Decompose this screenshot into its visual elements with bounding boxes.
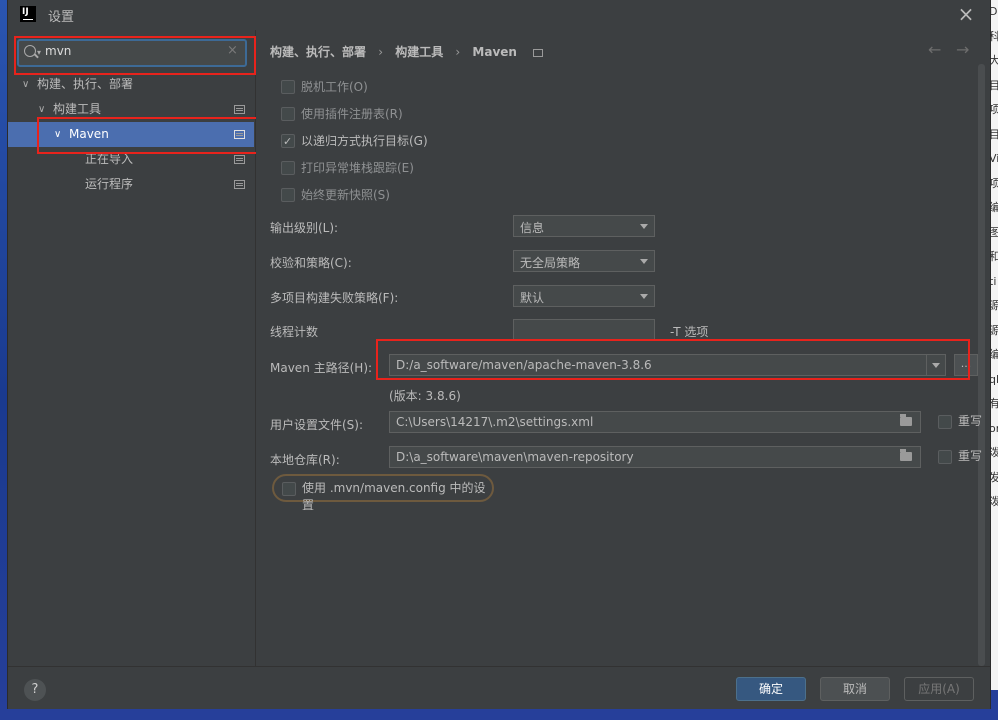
print-stacktrace-checkbox[interactable] [281, 161, 295, 175]
local-repo-input[interactable]: D:\a_software\maven\maven-repository [389, 446, 921, 468]
plugin-registry-checkbox[interactable] [281, 107, 295, 121]
scrollbar[interactable] [978, 64, 985, 666]
multiproject-fail-select[interactable]: 默认 [513, 285, 655, 307]
intellij-logo-icon: IJ [20, 6, 36, 22]
update-snapshots-checkbox[interactable] [281, 188, 295, 202]
cancel-button[interactable]: 取消 [820, 677, 890, 701]
offline-label: 脱机工作(O) [301, 80, 368, 94]
forward-arrow-icon[interactable]: → [956, 40, 969, 59]
project-level-icon [234, 180, 245, 189]
override-checkbox[interactable] [938, 415, 952, 429]
project-level-icon [533, 48, 544, 57]
mvn-config-checkbox-row[interactable]: 使用 .mvn/maven.config 中的设置 [272, 474, 494, 512]
dialog-title: 设置 [48, 10, 75, 25]
dialog-button-bar: ? 确定 取消 应用(A) [8, 666, 990, 709]
dropdown-arrow-icon [640, 259, 648, 264]
breadcrumb-item[interactable]: 构建工具 [395, 45, 443, 59]
tree-item-runner[interactable]: 运行程序 [8, 172, 254, 197]
close-button[interactable]: × [954, 2, 978, 26]
offline-checkbox[interactable] [281, 80, 295, 94]
user-settings-label: 用户设置文件(S): [270, 418, 364, 432]
override-label: 重写 [958, 449, 983, 463]
ok-button[interactable]: 确定 [736, 677, 806, 701]
maven-item-highlight-box [37, 117, 271, 154]
folder-icon[interactable] [900, 414, 912, 426]
mvn-config-label: 使用 .mvn/maven.config 中的设置 [302, 481, 486, 512]
title-bar[interactable]: IJ 设置 × [8, 0, 990, 30]
user-settings-input[interactable]: C:\Users\14217\.m2\settings.xml [389, 411, 921, 433]
output-level-label: 输出级别(L): [270, 221, 339, 235]
breadcrumb-item: Maven [472, 45, 517, 59]
project-level-icon [234, 155, 245, 164]
user-settings-value: C:\Users\14217\.m2\settings.xml [396, 415, 594, 429]
dropdown-arrow-icon [640, 224, 648, 229]
breadcrumb-separator: › [455, 45, 461, 59]
settings-dialog: IJ 设置 × ▾ mvn × ∨ 构建、执行、部署 ∨ 构建工具 ∨ Mave… [7, 0, 991, 709]
dropdown-arrow-icon [640, 294, 648, 299]
tree-item-build-execution-deployment[interactable]: ∨ 构建、执行、部署 [8, 72, 254, 97]
recursive-goals-label: 以递归方式执行目标(G) [301, 134, 428, 148]
override-checkbox[interactable] [938, 450, 952, 464]
help-button[interactable]: ? [24, 679, 46, 701]
output-level-select[interactable]: 信息 [513, 215, 655, 237]
folder-icon[interactable] [900, 449, 912, 461]
multiproject-fail-label: 多项目构建失败策略(F): [270, 291, 399, 305]
breadcrumb-item[interactable]: 构建、执行、部署 [270, 45, 366, 59]
mvn-config-checkbox[interactable] [282, 482, 296, 496]
breadcrumb: 构建、执行、部署 › 构建工具 › Maven [270, 43, 551, 60]
plugin-registry-label: 使用插件注册表(R) [301, 107, 403, 121]
settings-sidebar: ▾ mvn × ∨ 构建、执行、部署 ∨ 构建工具 ∨ Maven 正在导入 运… [8, 30, 271, 666]
print-stacktrace-label: 打印异常堆栈跟踪(E) [301, 161, 414, 175]
recursive-goals-checkbox[interactable] [281, 132, 295, 152]
thread-count-label: 线程计数 [270, 325, 319, 339]
checksum-policy-select[interactable]: 无全局策略 [513, 250, 655, 272]
back-arrow-icon[interactable]: ← [928, 40, 941, 59]
maven-home-label: Maven 主路径(H): [270, 361, 373, 375]
maven-settings-panel: 构建、执行、部署 › 构建工具 › Maven ← → 脱机工作(O) 使用插件… [256, 30, 990, 666]
local-repo-label: 本地仓库(R): [270, 453, 340, 467]
thread-count-input[interactable] [513, 319, 655, 341]
tree-item-label: 运行程序 [85, 177, 134, 191]
multiproject-fail-value: 默认 [520, 291, 545, 305]
search-highlight-box [14, 36, 256, 75]
maven-version: (版本: 3.8.6) [389, 389, 461, 403]
update-snapshots-label: 始终更新快照(S) [301, 188, 390, 202]
thread-count-hint: -T 选项 [670, 325, 709, 339]
apply-button[interactable]: 应用(A) [904, 677, 974, 701]
override-label: 重写 [958, 414, 983, 428]
breadcrumb-separator: › [378, 45, 384, 59]
checksum-policy-value: 无全局策略 [520, 256, 581, 270]
output-level-value: 信息 [520, 221, 545, 235]
maven-home-highlight-box [376, 339, 970, 380]
project-level-icon [234, 105, 245, 114]
tree-item-label: 构建、执行、部署 [37, 77, 134, 91]
chevron-down-icon[interactable]: ∨ [22, 72, 29, 97]
checksum-policy-label: 校验和策略(C): [270, 256, 352, 270]
local-repo-value: D:\a_software\maven\maven-repository [396, 450, 634, 464]
